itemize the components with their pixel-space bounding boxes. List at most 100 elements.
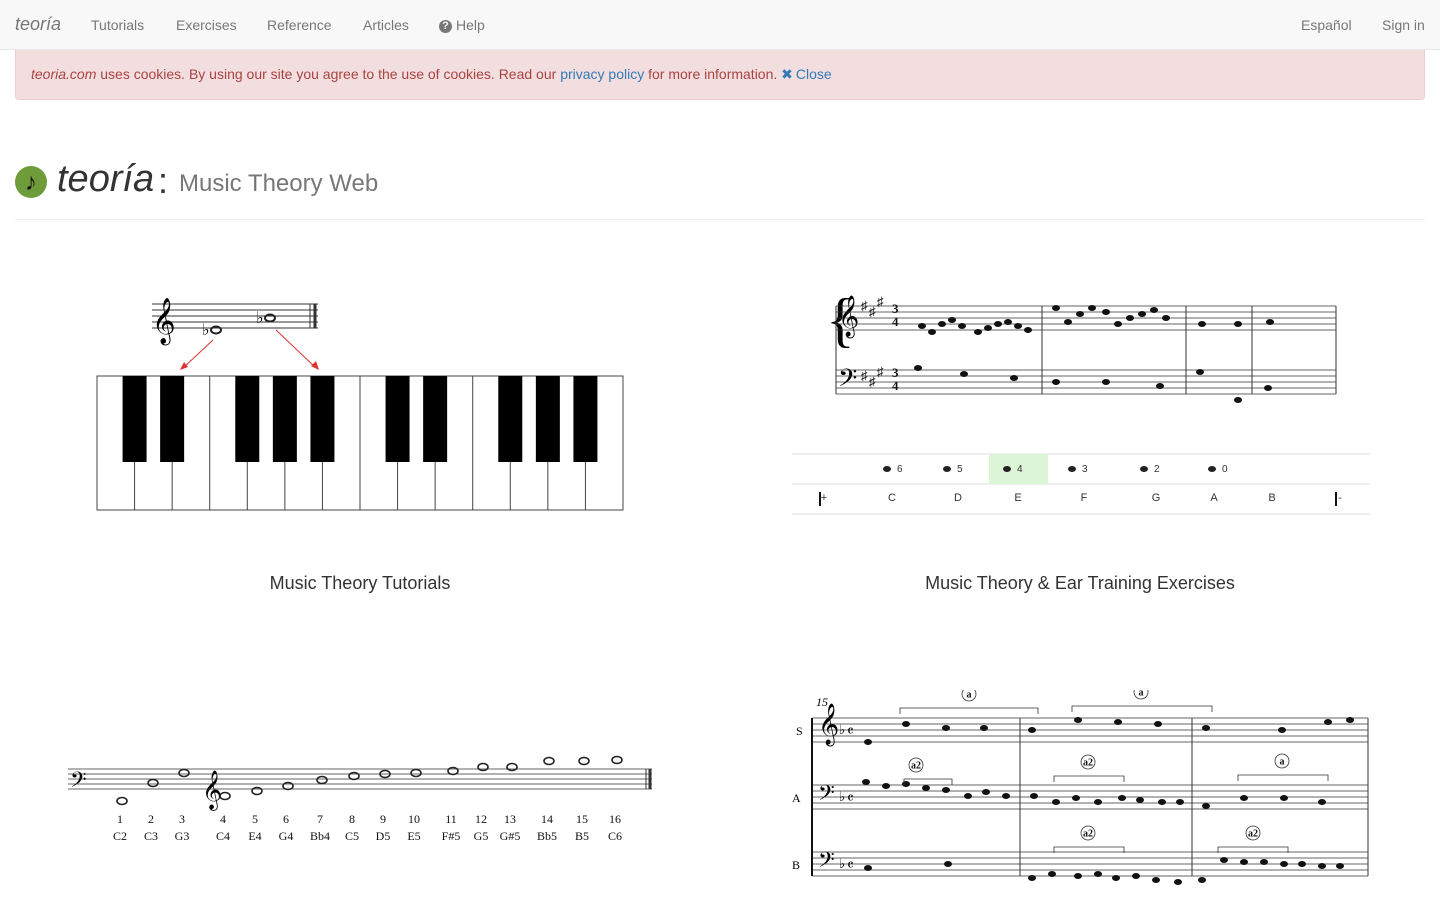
cookie-alert: teoria.com uses cookies. By using our si… bbox=[15, 50, 1425, 100]
marker-label: a bbox=[1139, 690, 1144, 699]
note-head bbox=[928, 329, 936, 335]
note-head bbox=[942, 787, 950, 793]
duration-note-icon bbox=[1068, 466, 1076, 472]
note-name-button: D bbox=[954, 492, 962, 504]
flat-icon: ♭ bbox=[202, 322, 210, 339]
whole-note bbox=[147, 778, 159, 788]
whole-note bbox=[251, 786, 263, 796]
note-head bbox=[994, 321, 1002, 327]
nav-articles[interactable]: Articles bbox=[363, 17, 409, 33]
note-head bbox=[918, 323, 926, 329]
nav-language[interactable]: Español bbox=[1301, 17, 1352, 33]
svg-text:𝄴: 𝄴 bbox=[847, 724, 854, 740]
bracket-line bbox=[903, 778, 953, 785]
note-head bbox=[1156, 383, 1164, 389]
cookie-site-name: teoria.com bbox=[31, 66, 97, 82]
note-name-button: A bbox=[1210, 492, 1218, 504]
scale-degree-number: 13 bbox=[504, 812, 516, 826]
note-head bbox=[1280, 795, 1288, 801]
scale-degree-number: 6 bbox=[283, 812, 289, 826]
black-key bbox=[160, 376, 185, 462]
note-head bbox=[1260, 859, 1268, 865]
scale-note-name: G4 bbox=[279, 829, 294, 843]
whole-note bbox=[578, 756, 590, 766]
duration-value: 4 bbox=[1017, 464, 1023, 475]
logo-note-icon: ♪ bbox=[15, 166, 47, 198]
whole-note bbox=[348, 771, 360, 781]
scale-degree-number: 7 bbox=[317, 812, 323, 826]
whole-note bbox=[316, 775, 328, 785]
nav-reference[interactable]: Reference bbox=[267, 17, 332, 33]
nav-tutorials[interactable]: Tutorials bbox=[91, 17, 144, 33]
bracket-line bbox=[899, 707, 1039, 714]
treble-clef-icon: 𝄞 bbox=[818, 703, 839, 746]
duration-note-icon bbox=[1208, 466, 1216, 472]
note-head bbox=[1064, 319, 1072, 325]
scale-note-name: C3 bbox=[144, 829, 158, 843]
exercises-link[interactable]: Music Theory & Ear Training Exercises bbox=[780, 573, 1380, 594]
svg-text:♯: ♯ bbox=[877, 294, 884, 309]
note-head bbox=[1114, 719, 1122, 725]
scale-note-name: E5 bbox=[407, 829, 420, 843]
scale-degree-number: 1 bbox=[117, 812, 123, 826]
exercises-image[interactable]: { 𝄞 𝄢 ♯ ♯ ♯ ♯ ♯ ♯ 3 4 3 4 6 5 4 3 2 0 + C D E F G A B… bbox=[792, 288, 1372, 518]
flat-icon: ♭ bbox=[256, 310, 264, 327]
note-head bbox=[984, 325, 992, 331]
note-head bbox=[1052, 305, 1060, 311]
nav-help[interactable]: ? Help bbox=[439, 17, 485, 33]
note-head bbox=[1138, 311, 1146, 317]
note-head bbox=[914, 365, 922, 371]
note-head bbox=[1280, 861, 1288, 867]
note-name-button: + bbox=[821, 492, 827, 504]
scale-note-name: Bb5 bbox=[537, 829, 557, 843]
whole-note bbox=[506, 762, 518, 772]
question-circle-icon: ? bbox=[439, 20, 452, 33]
brand-link[interactable]: teoría bbox=[15, 14, 61, 35]
note-head bbox=[948, 317, 956, 323]
bracket-line bbox=[1053, 775, 1125, 782]
duration-value: 6 bbox=[897, 464, 903, 475]
reference-scale-image[interactable]: 𝄢 𝄞 1 C2 2 C3 3 G3 4 C4 5 E4 6 G4 7 Bb4 8 C5 9 D5 10 E5 11 F#… bbox=[66, 745, 656, 850]
cookie-close-button[interactable]: ✖ Close bbox=[781, 66, 832, 82]
bracket-line bbox=[1237, 774, 1329, 781]
scale-note-name: C6 bbox=[608, 829, 622, 843]
navbar: teoría Tutorials Exercises Reference Art… bbox=[0, 0, 1440, 50]
note-head bbox=[1074, 717, 1082, 723]
scale-degree-number: 15 bbox=[576, 812, 588, 826]
note-head bbox=[1010, 375, 1018, 381]
note-head bbox=[1158, 799, 1166, 805]
note-head bbox=[1152, 877, 1160, 883]
marker-label: a2 bbox=[911, 761, 921, 772]
scale-note-name: C2 bbox=[113, 829, 127, 843]
note-head bbox=[1198, 877, 1206, 883]
staff-label-b: B bbox=[792, 858, 800, 872]
privacy-policy-link[interactable]: privacy policy bbox=[560, 66, 644, 82]
scale-degree-number: 4 bbox=[220, 812, 226, 826]
note-head bbox=[1198, 321, 1206, 327]
scale-note-name: G#5 bbox=[500, 829, 521, 843]
note-head bbox=[1076, 311, 1084, 317]
scale-degree-number: 16 bbox=[609, 812, 621, 826]
nav-exercises[interactable]: Exercises bbox=[176, 17, 237, 33]
note-head bbox=[1162, 315, 1170, 321]
note-head bbox=[1074, 873, 1082, 879]
black-key bbox=[310, 376, 335, 462]
duration-palette[interactable]: 6 5 4 3 2 0 + C D E F G A B - bbox=[792, 453, 1370, 515]
scale-degree-number: 14 bbox=[541, 812, 553, 826]
note-head bbox=[1028, 727, 1036, 733]
note-head bbox=[1004, 319, 1012, 325]
choral-score-image[interactable]: 15 S A B 𝄞 𝄢 𝄢 ♭ ♭ ♭ 𝄴 𝄴 𝄴 a aa2 a2a2aa2 bbox=[788, 690, 1372, 895]
scale-note-name: B5 bbox=[575, 829, 589, 843]
note-head bbox=[980, 725, 988, 731]
scale-degree-number: 9 bbox=[380, 812, 386, 826]
bass-clef-icon: 𝄢 bbox=[70, 768, 87, 797]
tutorials-link[interactable]: Music Theory Tutorials bbox=[60, 573, 660, 594]
note-head bbox=[974, 329, 982, 335]
note-head bbox=[1002, 793, 1010, 799]
nav-signin[interactable]: Sign in bbox=[1382, 17, 1425, 33]
note-name-button: C bbox=[888, 492, 896, 504]
note-head bbox=[1324, 719, 1332, 725]
scale-degree-number: 3 bbox=[179, 812, 185, 826]
note-head bbox=[944, 861, 952, 867]
tutorials-keyboard-image[interactable]: 𝄞 ♭ ♭ bbox=[96, 290, 626, 514]
